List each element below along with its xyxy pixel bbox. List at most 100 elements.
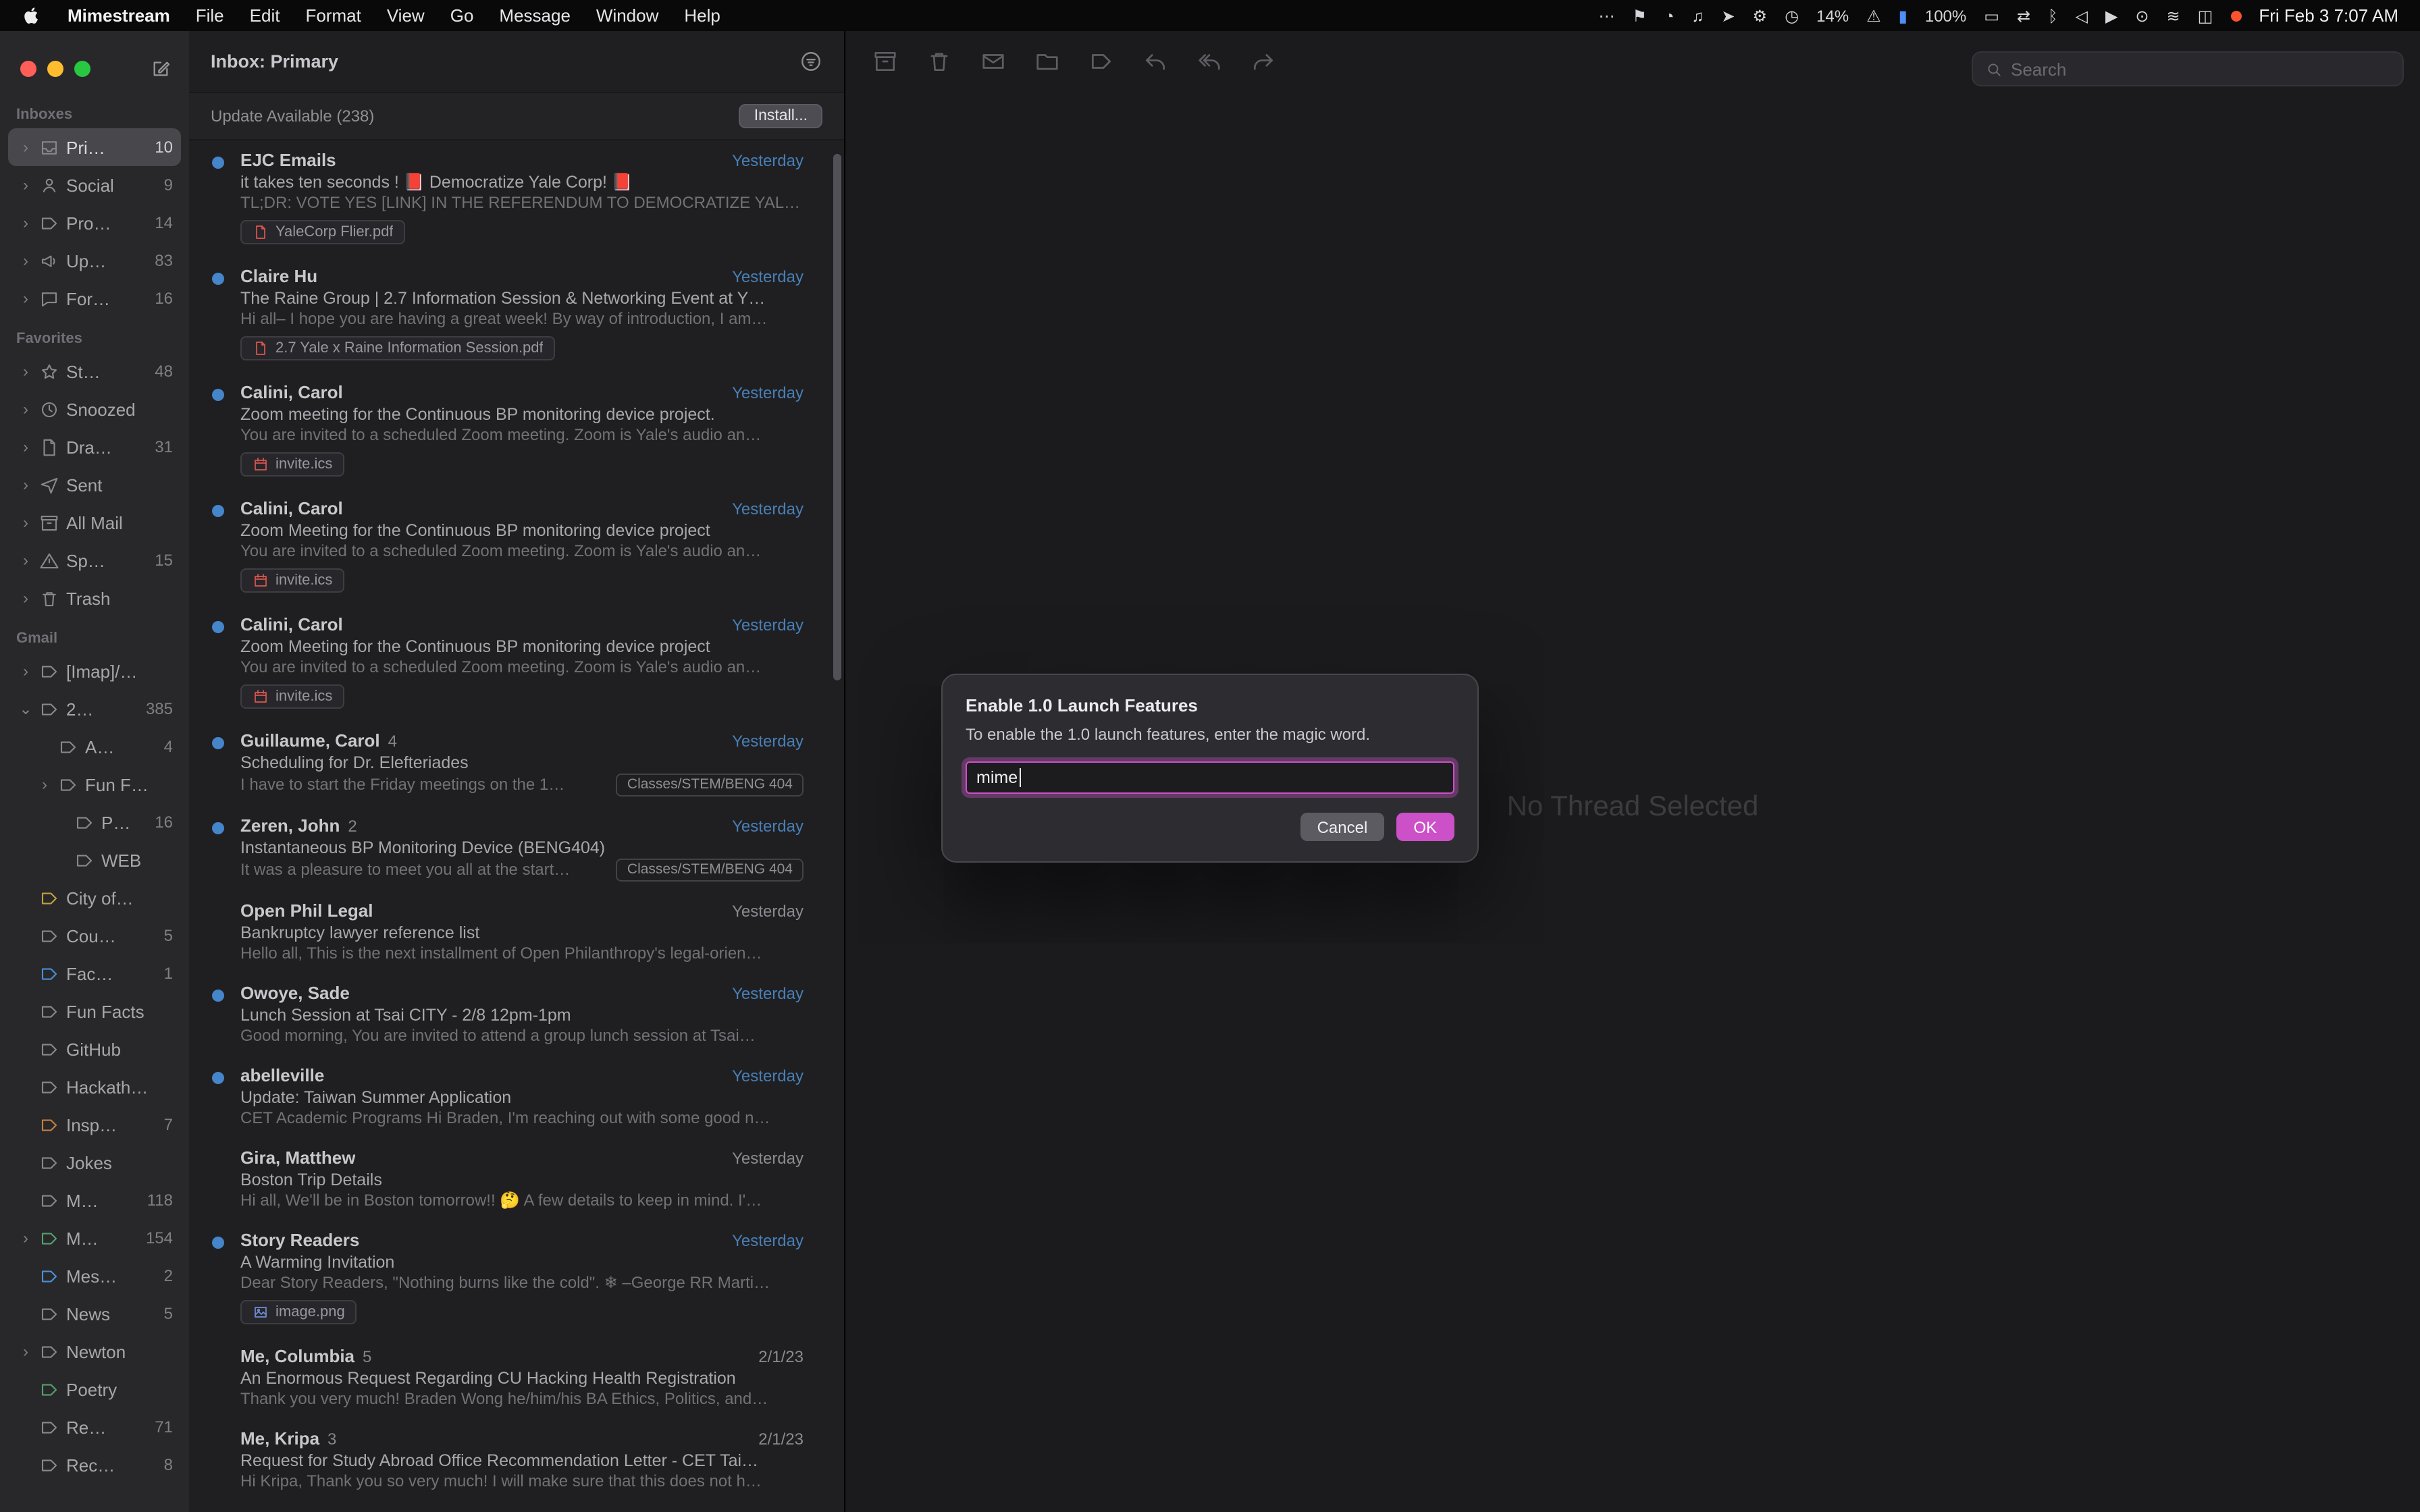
email-row[interactable]: abelleville Yesterday Update: Taiwan Sum… xyxy=(189,1056,844,1138)
display-icon[interactable]: ▮ xyxy=(1899,6,1908,25)
email-row[interactable]: EJC Emails Yesterday it takes ten second… xyxy=(189,140,844,256)
sync-icon[interactable]: ⇄ xyxy=(2017,6,2030,25)
battery-icon[interactable]: ▭ xyxy=(1984,6,1999,25)
menu-bar-clock[interactable]: Fri Feb 3 7:07 AM xyxy=(2259,5,2398,26)
attachment-chip[interactable]: YaleCorp Flier.pdf xyxy=(240,220,405,244)
magic-word-input[interactable]: mime xyxy=(966,761,1454,794)
menu-item[interactable]: Help xyxy=(684,5,720,26)
disclosure-chevron-icon[interactable]: › xyxy=(19,1228,32,1247)
email-row[interactable]: Calini, Carol Yesterday Zoom meeting for… xyxy=(189,373,844,489)
attachment-chip[interactable]: image.png xyxy=(240,1300,357,1324)
control-center-icon[interactable]: ◫ xyxy=(2198,6,2213,25)
timer-icon[interactable]: ◷ xyxy=(1785,6,1799,25)
window-zoom-button[interactable] xyxy=(74,61,90,77)
email-row[interactable]: Story Readers Yesterday A Warming Invita… xyxy=(189,1220,844,1336)
sidebar-item[interactable]: › Fun F… xyxy=(8,765,181,803)
sidebar-item[interactable]: › Sent xyxy=(8,466,181,504)
bookmark-icon[interactable]: ⚑ xyxy=(1632,6,1647,25)
sidebar-item[interactable]: Poetry xyxy=(8,1370,181,1408)
attachment-chip[interactable]: 2.7 Yale x Raine Information Session.pdf xyxy=(240,336,556,360)
sidebar-item[interactable]: M… 118 xyxy=(8,1181,181,1219)
email-row[interactable]: Gira, Matthew Yesterday Boston Trip Deta… xyxy=(189,1138,844,1220)
gauge-icon[interactable]: ◔ xyxy=(1664,6,1675,25)
email-row[interactable]: Zeren, John 2 Yesterday Instantaneous BP… xyxy=(189,806,844,891)
email-row[interactable]: Calini, Carol Yesterday Zoom Meeting for… xyxy=(189,489,844,605)
camera-icon[interactable]: ⊙ xyxy=(2135,6,2149,25)
disclosure-chevron-icon[interactable]: › xyxy=(19,551,32,570)
disclosure-chevron-icon[interactable]: › xyxy=(19,176,32,194)
sidebar-item[interactable]: › St… 48 xyxy=(8,352,181,390)
music-icon[interactable]: ♫ xyxy=(1691,6,1704,25)
sidebar-item[interactable]: News 5 xyxy=(8,1295,181,1332)
menu-item[interactable]: Edit xyxy=(250,5,280,26)
sidebar-item[interactable]: GitHub xyxy=(8,1030,181,1068)
sidebar-item[interactable]: Mes… 2 xyxy=(8,1257,181,1295)
email-row[interactable]: Claire Hu Yesterday The Raine Group | 2.… xyxy=(189,256,844,373)
sidebar-item[interactable]: Jokes xyxy=(8,1143,181,1181)
email-row[interactable]: Open Phil Legal Yesterday Bankruptcy law… xyxy=(189,891,844,973)
play-icon[interactable]: ▶ xyxy=(2105,6,2118,25)
sidebar-item[interactable]: Rec… 8 xyxy=(8,1446,181,1484)
sidebar-item[interactable]: Hackath… xyxy=(8,1068,181,1106)
disclosure-chevron-icon[interactable]: › xyxy=(19,362,32,381)
ok-button[interactable]: OK xyxy=(1396,813,1454,841)
disclosure-chevron-icon[interactable]: › xyxy=(19,662,32,680)
menu-item[interactable]: Message xyxy=(499,5,571,26)
disclosure-chevron-icon[interactable]: › xyxy=(38,775,51,794)
move-to-folder-icon[interactable] xyxy=(1034,49,1060,74)
sidebar-item[interactable]: › M… 154 xyxy=(8,1219,181,1257)
sidebar-item[interactable]: › Snoozed xyxy=(8,390,181,428)
menu-item[interactable]: Format xyxy=(305,5,361,26)
cancel-button[interactable]: Cancel xyxy=(1301,813,1384,841)
battery-percent[interactable]: 100% xyxy=(1925,6,1966,25)
disclosure-chevron-icon[interactable]: › xyxy=(19,437,32,456)
menu-item[interactable]: Go xyxy=(450,5,474,26)
sidebar-item[interactable]: › All Mail xyxy=(8,504,181,541)
reply-icon[interactable] xyxy=(1142,49,1168,74)
sidebar-item[interactable]: A… 4 xyxy=(8,728,181,765)
email-row[interactable]: Me, Kripa 3 2/1/23 Request for Study Abr… xyxy=(189,1419,844,1501)
trash-icon[interactable] xyxy=(926,49,952,74)
disclosure-chevron-icon[interactable]: › xyxy=(19,138,32,157)
app-menu[interactable]: Mimestream xyxy=(68,5,170,26)
sidebar-item[interactable]: › Pri… 10 xyxy=(8,128,181,166)
sidebar-item[interactable]: › Trash xyxy=(8,579,181,617)
archive-icon[interactable] xyxy=(872,49,898,74)
sidebar-item[interactable]: City of… xyxy=(8,879,181,917)
email-row[interactable]: Calini, Carol Yesterday Zoom Meeting for… xyxy=(189,605,844,721)
forward-icon[interactable] xyxy=(1251,49,1276,74)
sidebar-item[interactable]: Re… 71 xyxy=(8,1408,181,1446)
search-field[interactable]: Search xyxy=(1972,51,2404,86)
pointer-icon[interactable]: ➤ xyxy=(1721,6,1735,25)
email-row[interactable]: Owoye, Sade Yesterday Lunch Session at T… xyxy=(189,973,844,1056)
sidebar-item[interactable]: Insp… 7 xyxy=(8,1106,181,1143)
sidebar-item[interactable]: P… 16 xyxy=(8,803,181,841)
menu-item[interactable]: Window xyxy=(596,5,659,26)
email-row[interactable]: Me, Columbia 5 2/1/23 An Enormous Reques… xyxy=(189,1336,844,1419)
sidebar-item[interactable]: › Sp… 15 xyxy=(8,541,181,579)
volume-icon[interactable]: ◁ xyxy=(2075,6,2087,25)
sidebar-item[interactable]: › Pro… 14 xyxy=(8,204,181,242)
install-update-button[interactable]: Install... xyxy=(739,104,822,128)
disclosure-chevron-icon[interactable]: › xyxy=(19,213,32,232)
disclosure-chevron-icon[interactable]: ⌄ xyxy=(19,699,32,718)
bluetooth-icon[interactable]: ᛒ xyxy=(2048,6,2057,25)
disclosure-chevron-icon[interactable]: › xyxy=(19,1342,32,1361)
ellipsis-icon[interactable]: ⋯ xyxy=(1598,6,1614,25)
label-icon[interactable] xyxy=(1088,49,1114,74)
sidebar-item[interactable]: ⌄ 2… 385 xyxy=(8,690,181,728)
disclosure-chevron-icon[interactable]: › xyxy=(19,589,32,608)
sidebar-item[interactable]: › [Imap]/… xyxy=(8,652,181,690)
filter-icon[interactable] xyxy=(799,50,822,73)
apple-menu[interactable] xyxy=(22,5,42,26)
sidebar-item[interactable]: Fun Facts xyxy=(8,992,181,1030)
disclosure-chevron-icon[interactable]: › xyxy=(19,475,32,494)
sidebar-item[interactable]: › Up… 83 xyxy=(8,242,181,279)
window-close-button[interactable] xyxy=(20,61,36,77)
disclosure-chevron-icon[interactable]: › xyxy=(19,251,32,270)
wifi-icon[interactable]: ≋ xyxy=(2167,6,2180,25)
scrollbar-thumb[interactable] xyxy=(833,154,841,680)
menu-item[interactable]: View xyxy=(387,5,425,26)
reply-all-icon[interactable] xyxy=(1196,49,1222,74)
window-minimize-button[interactable] xyxy=(47,61,63,77)
